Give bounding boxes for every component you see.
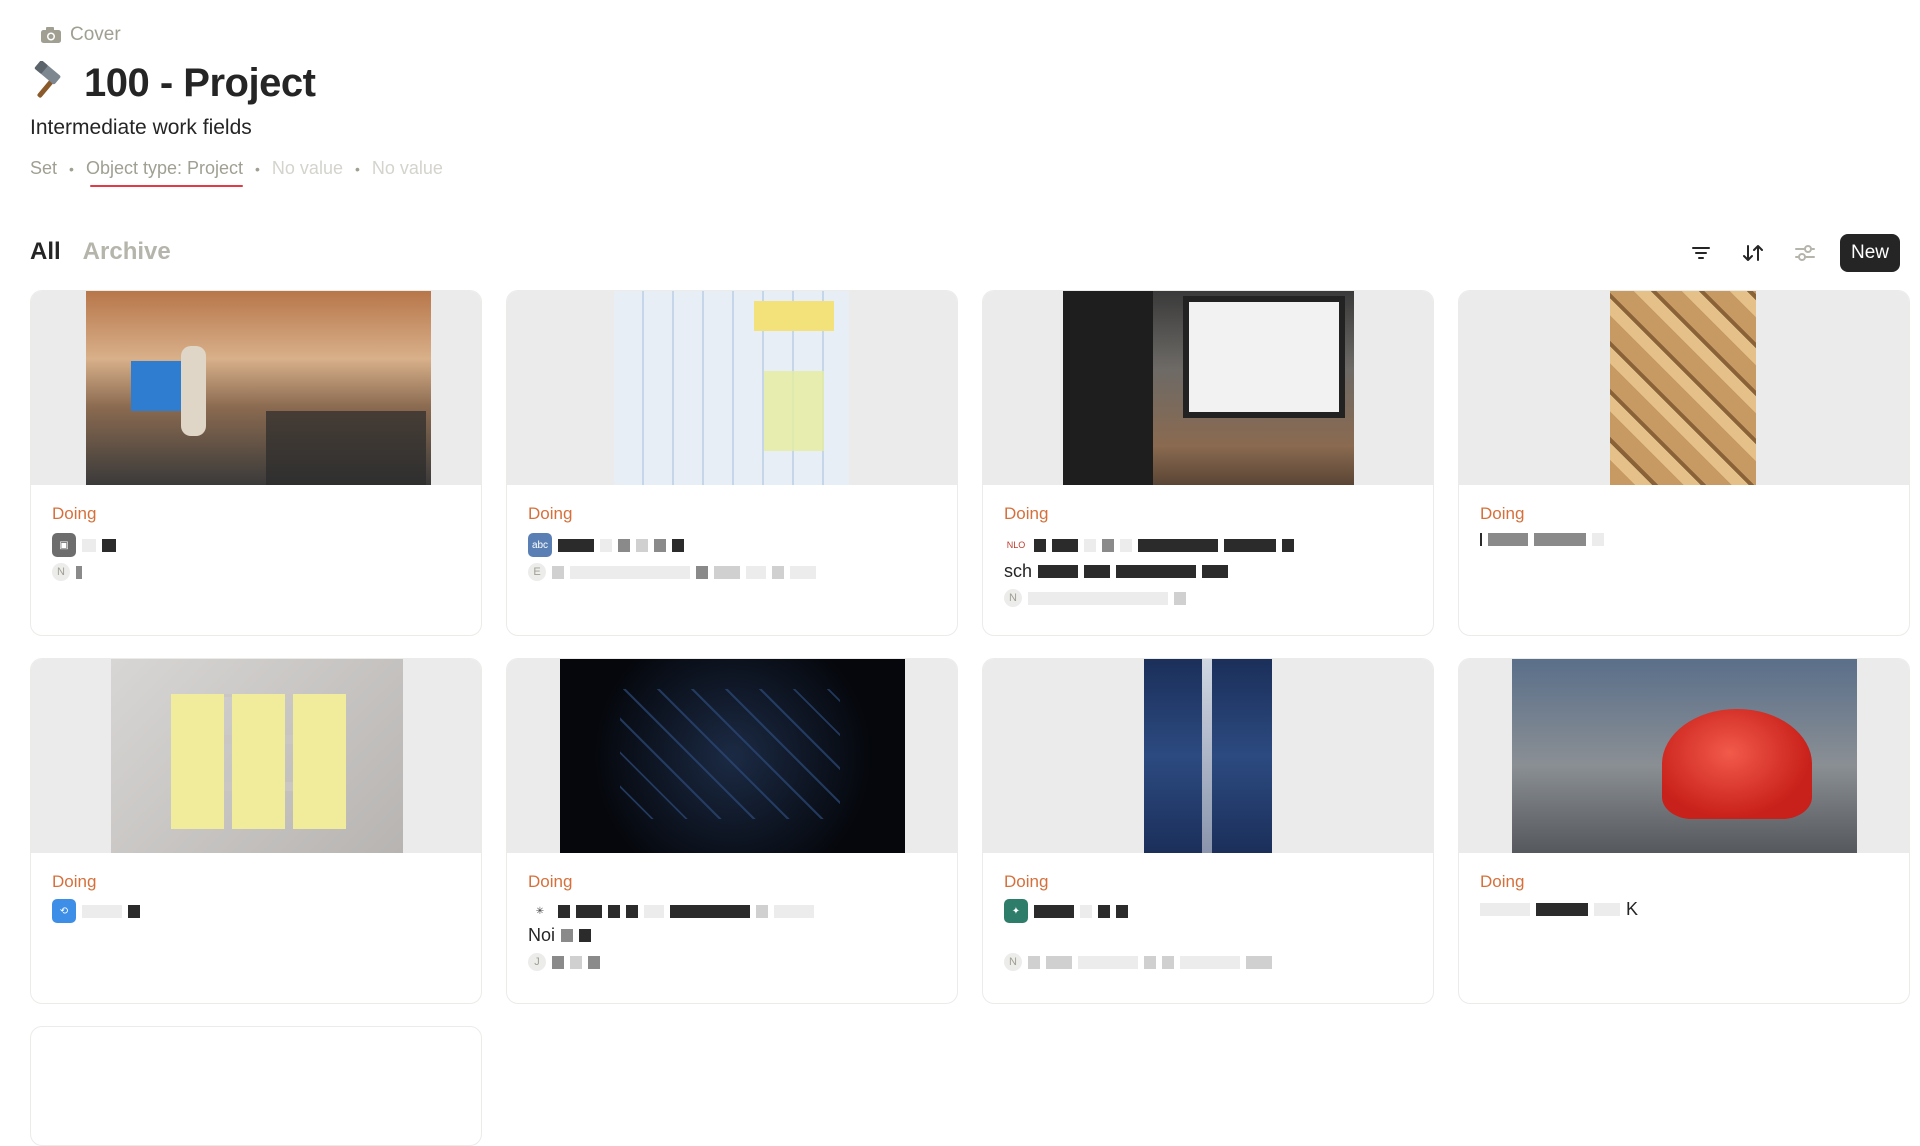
status-label: Doing — [1004, 504, 1049, 523]
empty-relation-1[interactable]: No value — [272, 158, 343, 179]
gallery-card[interactable]: Doing ✦ N — [982, 658, 1434, 1004]
card-title-line-2: Noi — [528, 925, 592, 946]
filter-icon[interactable] — [1684, 236, 1718, 270]
view-toolbar: New — [1684, 234, 1900, 272]
cover-button[interactable]: Cover — [40, 24, 121, 46]
abc-icon: abc — [528, 533, 552, 557]
card-title: NLO — [1004, 533, 1294, 557]
spider-icon: ✳ — [528, 899, 552, 923]
card-title: ✦ — [1004, 899, 1128, 923]
card-relations: J — [528, 953, 600, 971]
gallery-card[interactable]: Doing ▣ N — [30, 290, 482, 636]
gallery-card[interactable] — [30, 1026, 482, 1146]
camera-icon — [41, 27, 61, 43]
gallery-card[interactable]: Doing abc E — [506, 290, 958, 636]
card-title-line-2: sch — [1004, 561, 1229, 582]
card-cover-image — [31, 291, 481, 485]
separator-dot: • — [69, 160, 74, 177]
sliders-icon[interactable] — [1788, 236, 1822, 270]
card-title: ✳ — [528, 899, 814, 923]
status-label: Doing — [528, 504, 573, 523]
avatar: N — [1004, 589, 1022, 607]
card-cover-image — [1459, 659, 1909, 853]
gallery-card[interactable]: Doing — [1458, 290, 1910, 636]
nlo-icon: NLO — [1004, 533, 1028, 557]
card-cover-image — [1459, 291, 1909, 485]
card-relations: E — [528, 563, 816, 581]
tab-all[interactable]: All — [30, 238, 61, 266]
avatar: J — [528, 953, 546, 971]
empty-relation-2[interactable]: No value — [372, 158, 443, 179]
new-object-button[interactable]: New — [1839, 234, 1900, 272]
tab-archive[interactable]: Archive — [83, 238, 171, 266]
card-cover-image — [31, 659, 481, 853]
cover-label: Cover — [70, 24, 121, 45]
card-relations: N — [1004, 953, 1272, 971]
page-description[interactable]: Intermediate work fields — [30, 116, 252, 140]
card-title-text: K — [1626, 899, 1639, 919]
avatar: N — [1004, 953, 1022, 971]
view-tabs: All Archive — [30, 238, 171, 266]
object-type-relation[interactable]: Object type: Project — [86, 158, 244, 187]
status-label: Doing — [52, 504, 97, 523]
sort-icon[interactable] — [1736, 236, 1770, 270]
card-cover-image — [983, 291, 1433, 485]
card-relations: N — [52, 563, 82, 581]
status-label: Doing — [52, 872, 97, 891]
page-title-row: 100 - Project — [28, 60, 316, 106]
card-cover-image — [507, 659, 957, 853]
card-cover-image — [507, 291, 957, 485]
status-label: Doing — [1004, 872, 1049, 891]
separator-dot: • — [255, 160, 260, 177]
idea-icon: ✦ — [1004, 899, 1028, 923]
separator-dot: • — [354, 160, 360, 177]
card-title — [1480, 533, 1604, 546]
projector-icon: ▣ — [52, 533, 76, 557]
relations-bar: Set • Object type: Project • No value • … — [30, 158, 443, 187]
card-title: abc — [528, 533, 684, 557]
card-title: ▣ — [52, 533, 116, 557]
set-label[interactable]: Set — [30, 158, 57, 179]
status-label: Doing — [1480, 872, 1525, 891]
avatar: N — [52, 563, 70, 581]
gallery-card[interactable]: Doing NLO sch N — [982, 290, 1434, 636]
card-cover-image — [983, 659, 1433, 853]
card-relations: N — [1004, 589, 1186, 607]
gallery-card[interactable]: Doing ⟲ — [30, 658, 482, 1004]
status-label: Doing — [528, 872, 573, 891]
card-title: K — [1480, 899, 1638, 920]
card-title-text: sch — [1004, 561, 1033, 581]
gallery-card[interactable]: Doing ✳ Noi J — [506, 658, 958, 1004]
repeat-icon: ⟲ — [52, 899, 76, 923]
hammer-icon[interactable] — [28, 60, 74, 106]
avatar: E — [528, 563, 546, 581]
card-title-text: Noi — [528, 925, 556, 945]
gallery-card[interactable]: Doing K — [1458, 658, 1910, 1004]
card-title: ⟲ — [52, 899, 140, 923]
status-label: Doing — [1480, 504, 1525, 523]
page-title[interactable]: 100 - Project — [84, 61, 316, 106]
